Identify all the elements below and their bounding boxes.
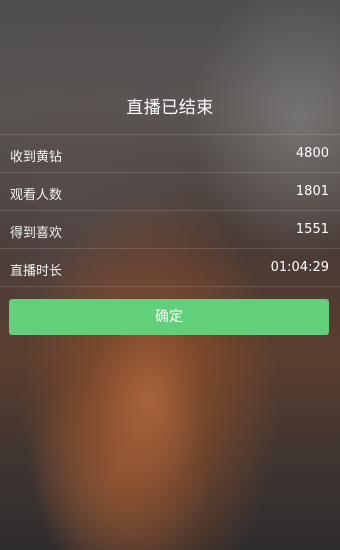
stat-row-yellow-diamonds: 收到黄钻 4800 <box>0 135 340 173</box>
stats-list: 收到黄钻 4800 观看人数 1801 得到喜欢 1551 直播时长 01:04… <box>0 134 340 287</box>
stat-value: 4800 <box>295 146 329 161</box>
stat-row-likes: 得到喜欢 1551 <box>0 211 340 249</box>
stat-value: 1551 <box>295 222 329 237</box>
stat-label: 得到喜欢 <box>10 226 63 241</box>
stat-label: 收到黄钻 <box>10 150 63 165</box>
stat-label: 直播时长 <box>10 264 63 279</box>
stat-row-duration: 直播时长 01:04:29 <box>0 249 340 287</box>
stat-value: 1801 <box>295 184 329 199</box>
stat-row-viewers: 观看人数 1801 <box>0 173 340 211</box>
stat-label: 观看人数 <box>10 188 63 203</box>
stat-value: 01:04:29 <box>270 260 329 275</box>
live-ended-screen: 直播已结束 收到黄钻 4800 观看人数 1801 得到喜欢 1551 直播时长… <box>0 0 340 550</box>
page-title: 直播已结束 <box>126 98 214 118</box>
confirm-button[interactable]: 确定 <box>9 299 329 335</box>
